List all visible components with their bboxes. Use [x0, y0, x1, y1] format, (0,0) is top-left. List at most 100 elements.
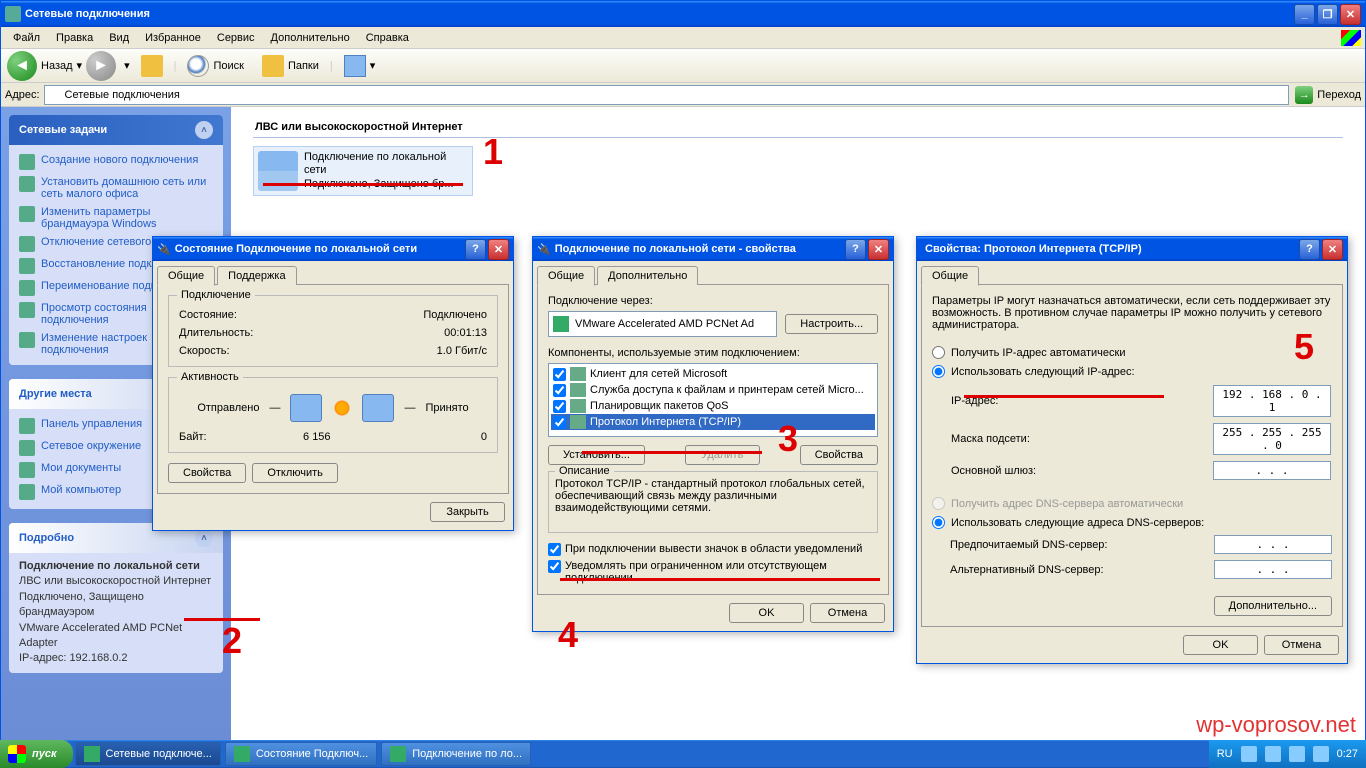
tab-support[interactable]: Поддержка: [217, 266, 296, 285]
tray-icon[interactable]: [1265, 746, 1281, 762]
address-input[interactable]: [44, 85, 1290, 105]
disable-button[interactable]: Отключить: [252, 463, 338, 483]
details-conn-name: Подключение по локальной сети: [19, 560, 200, 572]
taskbar-item[interactable]: Сетевые подключе...: [75, 742, 221, 766]
ok-button[interactable]: OK: [1183, 635, 1258, 655]
search-button[interactable]: Поиск: [180, 52, 250, 80]
minimize-button[interactable]: _: [1294, 4, 1315, 25]
tab-general[interactable]: Общие: [921, 266, 979, 286]
back-dropdown-icon[interactable]: ▾: [77, 59, 83, 72]
ok-button[interactable]: OK: [729, 603, 804, 623]
list-item[interactable]: Клиент для сетей Microsoft: [551, 366, 875, 382]
task-firewall[interactable]: Изменить параметры брандмауэра Windows: [19, 203, 213, 233]
go-arrow-icon: →: [1295, 86, 1313, 104]
install-button[interactable]: Установить...: [548, 445, 645, 465]
system-tray: RU 0:27: [1209, 740, 1366, 768]
close-button[interactable]: Закрыть: [430, 502, 505, 522]
tray-icon[interactable]: [1313, 746, 1329, 762]
status-titlebar[interactable]: 🔌 Состояние Подключение по локальной сет…: [153, 237, 513, 261]
gateway-input[interactable]: . . .: [1213, 461, 1331, 480]
network-tasks-header[interactable]: Сетевые задачи ˄: [9, 115, 223, 145]
tcpip-titlebar[interactable]: Свойства: Протокол Интернета (TCP/IP) ? …: [917, 237, 1347, 261]
help-button[interactable]: ?: [465, 239, 486, 260]
chevron-up-icon[interactable]: ˄: [195, 529, 213, 547]
recv-bytes: 0: [427, 431, 487, 443]
help-button[interactable]: ?: [845, 239, 866, 260]
radio-manual-dns[interactable]: Использовать следующие адреса DNS-сервер…: [932, 513, 1332, 532]
list-item[interactable]: Планировщик пакетов QoS: [551, 398, 875, 414]
tray-icon[interactable]: [1289, 746, 1305, 762]
annotation-5: 5: [1294, 326, 1314, 368]
close-button[interactable]: ✕: [1322, 239, 1343, 260]
list-item-tcpip[interactable]: Протокол Интернета (TCP/IP): [551, 414, 875, 430]
advanced-button[interactable]: Дополнительно...: [1214, 596, 1332, 616]
properties-button[interactable]: Свойства: [168, 463, 246, 483]
sent-bytes: 6 156: [207, 431, 427, 443]
configure-button[interactable]: Настроить...: [785, 314, 878, 334]
adapter-icon: [553, 316, 569, 332]
properties-dialog: 🔌 Подключение по локальной сети - свойст…: [532, 236, 894, 632]
menu-advanced[interactable]: Дополнительно: [263, 30, 358, 46]
windows-flag-icon: [1341, 30, 1361, 46]
remove-button[interactable]: Удалить: [685, 445, 760, 465]
views-button[interactable]: ▾: [337, 52, 383, 80]
menu-help[interactable]: Справка: [358, 30, 417, 46]
close-button[interactable]: ✕: [1340, 4, 1361, 25]
close-button[interactable]: ✕: [488, 239, 509, 260]
details-status: Подключено, Защищено брандмауэром: [19, 591, 144, 618]
windows-logo-icon: [8, 745, 26, 763]
details-panel: Подробно ˄ Подключение по локальной сети…: [9, 523, 223, 673]
maximize-button[interactable]: ❐: [1317, 4, 1338, 25]
properties-titlebar[interactable]: 🔌 Подключение по локальной сети - свойст…: [533, 237, 893, 261]
folders-button[interactable]: Папки: [255, 52, 326, 80]
cancel-button[interactable]: Отмена: [810, 603, 885, 623]
go-button[interactable]: → Переход: [1295, 86, 1361, 104]
toolbar: ◄ Назад ▾ ► ▾ | Поиск Папки | ▾: [1, 49, 1365, 83]
list-item[interactable]: Служба доступа к файлам и принтерам сете…: [551, 382, 875, 398]
adapter-box: VMware Accelerated AMD PCNet Ad: [548, 311, 777, 337]
dns2-input[interactable]: . . .: [1214, 560, 1332, 579]
help-button[interactable]: ?: [1299, 239, 1320, 260]
back-button[interactable]: ◄: [7, 51, 37, 81]
task-home-network[interactable]: Установить домашнюю сеть или сеть малого…: [19, 173, 213, 203]
clock[interactable]: 0:27: [1337, 748, 1358, 760]
connection-groupbox: Подключение Состояние:Подключено Длитель…: [168, 295, 498, 367]
notify-checkbox[interactable]: При подключении вывести значок в области…: [548, 543, 878, 556]
menu-edit[interactable]: Правка: [48, 30, 101, 46]
radio-auto-ip[interactable]: Получить IP-адрес автоматически: [932, 343, 1332, 362]
menu-view[interactable]: Вид: [101, 30, 137, 46]
dns1-input[interactable]: . . .: [1214, 535, 1332, 554]
menubar: Файл Правка Вид Избранное Сервис Дополни…: [1, 27, 1365, 49]
up-button[interactable]: [134, 52, 170, 80]
radio-manual-ip[interactable]: Использовать следующий IP-адрес:: [932, 362, 1332, 381]
mask-input[interactable]: 255 . 255 . 255 . 0: [1213, 423, 1331, 455]
components-listbox[interactable]: Клиент для сетей Microsoft Служба доступ…: [548, 363, 878, 437]
taskbar: пуск Сетевые подключе... Состояние Подкл…: [0, 740, 1366, 768]
start-button[interactable]: пуск: [0, 740, 73, 768]
chevron-up-icon[interactable]: ˄: [195, 121, 213, 139]
menu-file[interactable]: Файл: [5, 30, 48, 46]
tab-general[interactable]: Общие: [157, 266, 215, 286]
tab-general[interactable]: Общие: [537, 266, 595, 286]
annotation-4-underline: [560, 578, 880, 581]
duration-value: 00:01:13: [444, 327, 487, 339]
component-properties-button[interactable]: Свойства: [800, 445, 878, 465]
tab-advanced[interactable]: Дополнительно: [597, 266, 698, 285]
lan-connection-item[interactable]: Подключение по локальной сети Подключено…: [253, 146, 473, 196]
taskbar-item[interactable]: Подключение по ло...: [381, 742, 531, 766]
dialog-icon: 🔌: [157, 243, 171, 256]
close-button[interactable]: ✕: [868, 239, 889, 260]
ip-input[interactable]: 192 . 168 . 0 . 1: [1213, 385, 1331, 417]
language-indicator[interactable]: RU: [1217, 748, 1233, 760]
forward-button[interactable]: ►: [86, 51, 116, 81]
menu-favorites[interactable]: Избранное: [137, 30, 209, 46]
taskbar-item[interactable]: Состояние Подключ...: [225, 742, 377, 766]
cancel-button[interactable]: Отмена: [1264, 635, 1339, 655]
titlebar[interactable]: Сетевые подключения _ ❐ ✕: [1, 1, 1365, 27]
radio-auto-dns: Получить адрес DNS-сервера автоматически: [932, 494, 1332, 513]
menu-tools[interactable]: Сервис: [209, 30, 263, 46]
details-adapter: VMware Accelerated AMD PCNet Adapter: [19, 622, 182, 649]
monitor-icon: [362, 394, 394, 422]
task-new-connection[interactable]: Создание нового подключения: [19, 151, 213, 173]
tray-icon[interactable]: [1241, 746, 1257, 762]
